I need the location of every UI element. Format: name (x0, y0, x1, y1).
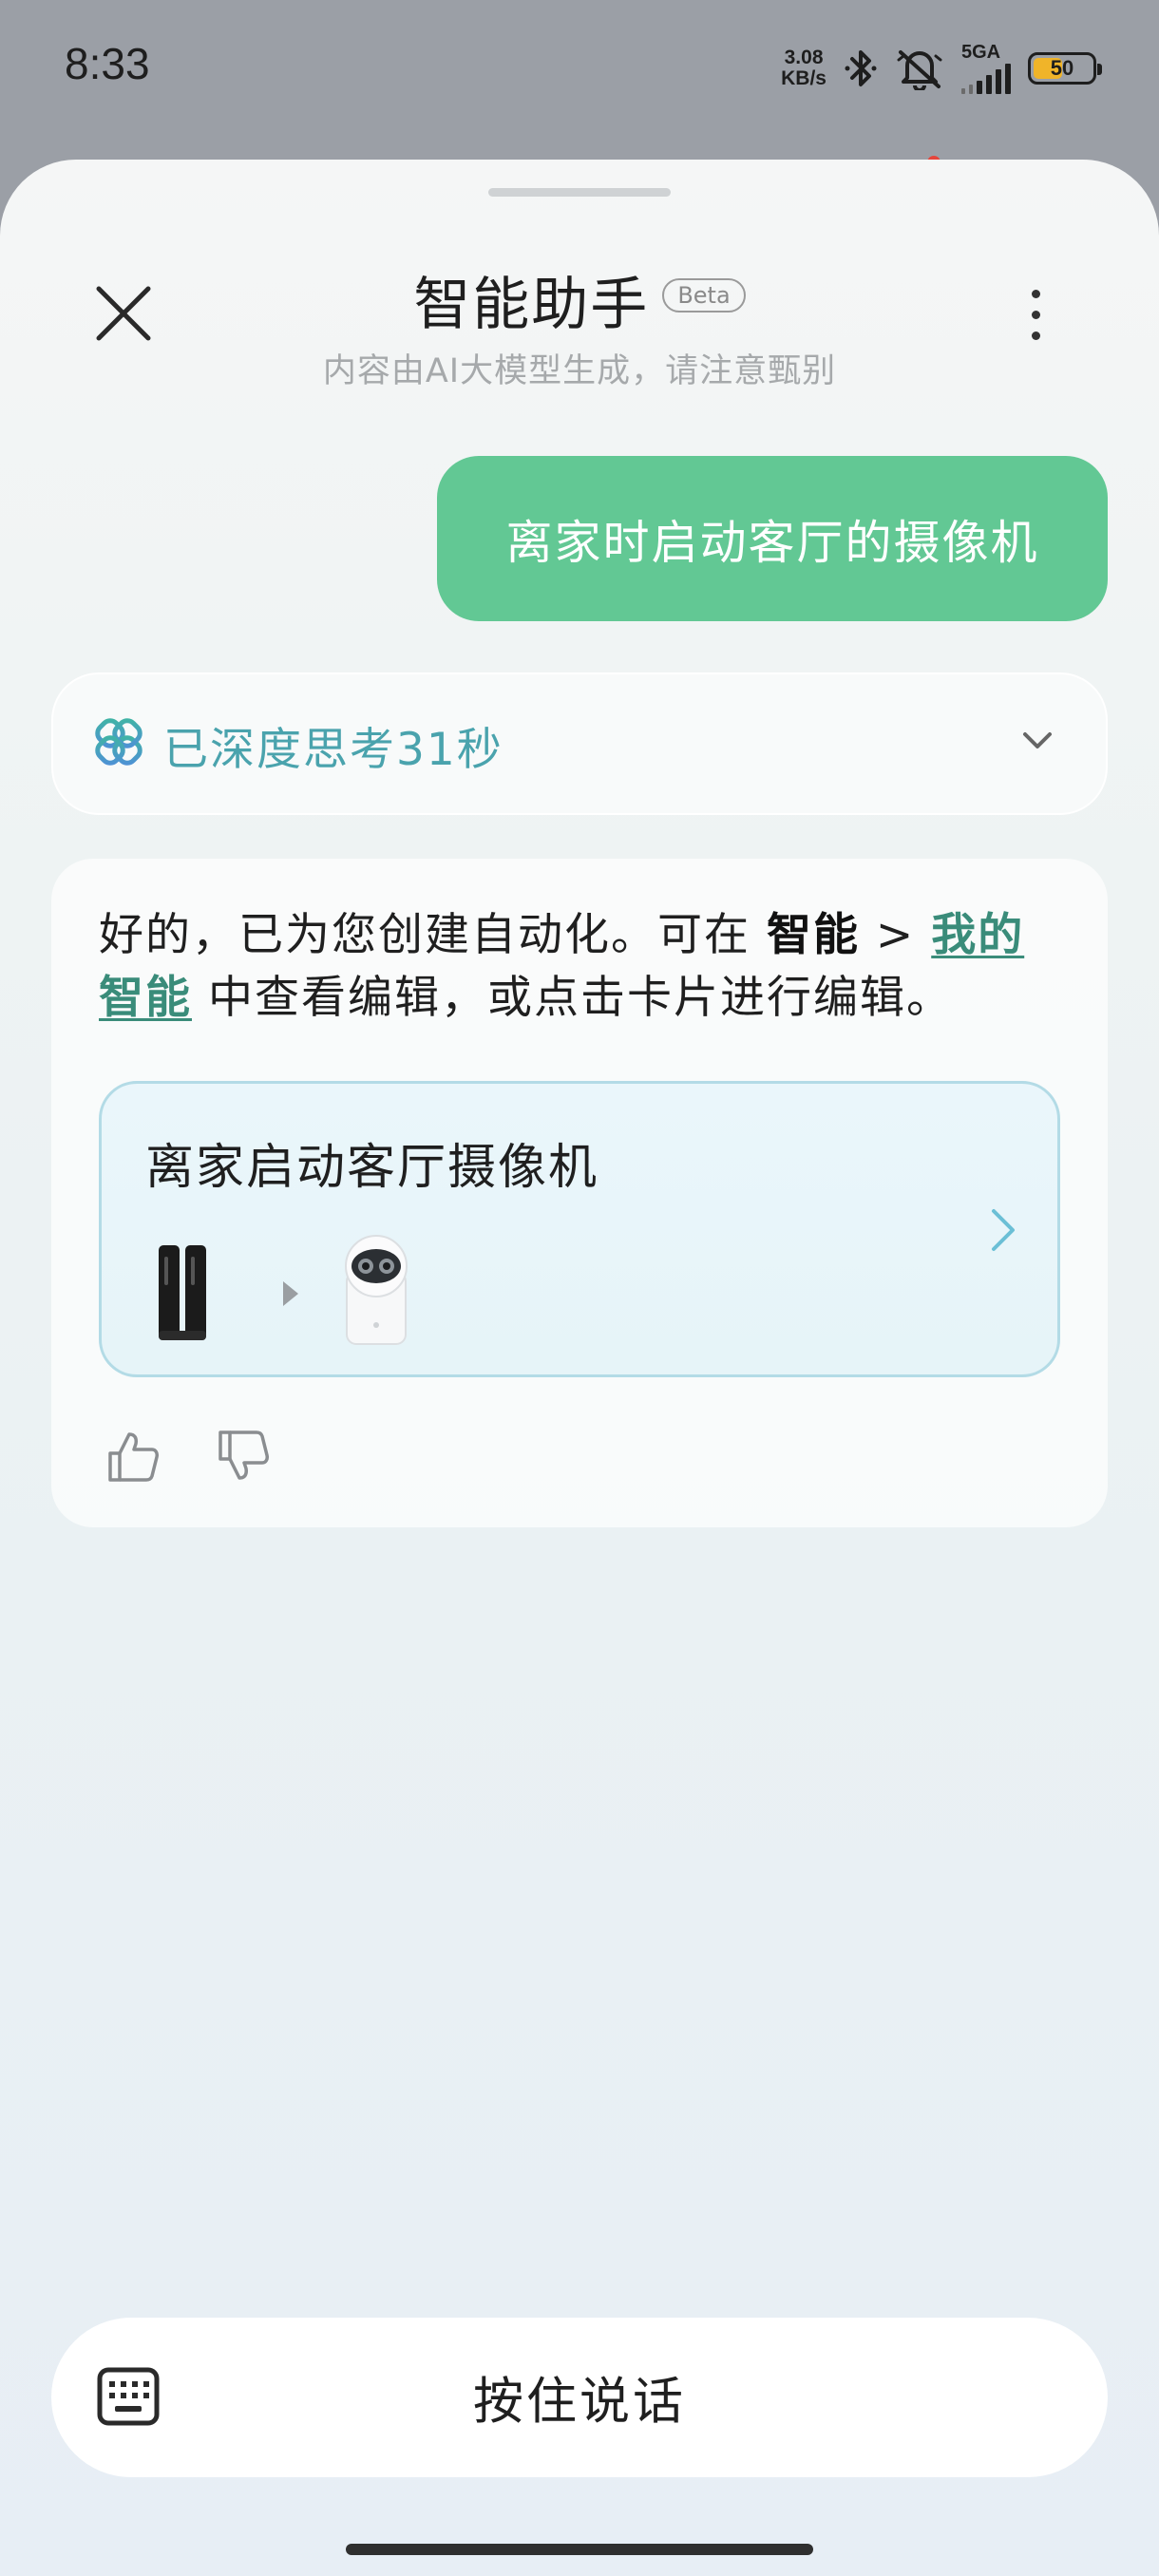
deep-thinking-label: 已深度思考31秒 (163, 724, 504, 776)
more-vertical-icon (1031, 289, 1040, 298)
header-title-row: 智能助手 Beta (0, 258, 1159, 341)
automation-title: 离家启动客厅摄像机 (145, 1140, 599, 1196)
bluetooth-icon (844, 47, 878, 89)
arrow-right-small-icon (283, 1281, 298, 1306)
status-icons: 3.08 KB/s 5GA 50 (781, 42, 1102, 95)
network-type: 5GA (961, 42, 1001, 63)
smart-lock-icon (159, 1245, 206, 1340)
network-speed-value: 3.08 (784, 47, 824, 68)
network-speed-unit: KB/s (781, 67, 826, 89)
chevron-down-icon (1023, 732, 1052, 748)
battery-icon: 50 (1028, 52, 1102, 85)
reply-text-after: 中查看编辑，或点击卡片进行编辑。 (192, 972, 953, 1024)
assistant-reply-card: 好的，已为您创建自动化。可在 智能 > 我的智能 中查看编辑，或点击卡片进行编辑… (51, 859, 1108, 1527)
ai-disclaimer: 内容由AI大模型生成，请注意甄别 (322, 352, 837, 390)
assistant-sheet: 智能助手 Beta 内容由AI大模型生成，请注意甄别 离家时启动客厅的摄像机 已… (0, 160, 1159, 2576)
mute-icon (895, 47, 944, 90)
automation-card[interactable]: 离家启动客厅摄像机 (99, 1081, 1060, 1377)
thumb-down-icon[interactable] (217, 1429, 272, 1484)
cellular-indicator: 5GA (961, 43, 1011, 94)
user-message-bubble: 离家时启动客厅的摄像机 (437, 456, 1108, 621)
page-title: 智能助手 (413, 272, 650, 338)
home-indicator[interactable] (346, 2544, 813, 2555)
battery-percent: 50 (1050, 56, 1074, 80)
voice-input-bar: 按住说话 (51, 2318, 1108, 2477)
signal-icon (961, 62, 1011, 94)
reply-text-before: 好的，已为您创建自动化。可在 (99, 909, 767, 961)
drag-handle[interactable] (488, 188, 671, 197)
thumb-up-icon[interactable] (106, 1429, 162, 1484)
status-time: 8:33 (65, 39, 150, 88)
chevron-right-icon (992, 1209, 1015, 1251)
assistant-reply-text: 好的，已为您创建自动化。可在 智能 > 我的智能 中查看编辑，或点击卡片进行编辑… (99, 904, 1064, 1030)
keyboard-icon[interactable] (97, 2367, 160, 2426)
reply-separator: > (859, 909, 932, 961)
network-speed: 3.08 KB/s (781, 47, 826, 89)
reply-bold-path: 智能 (766, 909, 860, 961)
deep-think-icon (95, 718, 142, 766)
status-bar: 8:33 3.08 KB/s 5GA 50 (0, 0, 1159, 142)
hold-to-talk-button[interactable]: 按住说话 (51, 2318, 1108, 2477)
more-options-button[interactable] (1007, 281, 1064, 348)
beta-badge: Beta (662, 277, 746, 313)
deep-thinking-panel[interactable]: 已深度思考31秒 (51, 672, 1108, 815)
camera-icon (345, 1235, 408, 1345)
